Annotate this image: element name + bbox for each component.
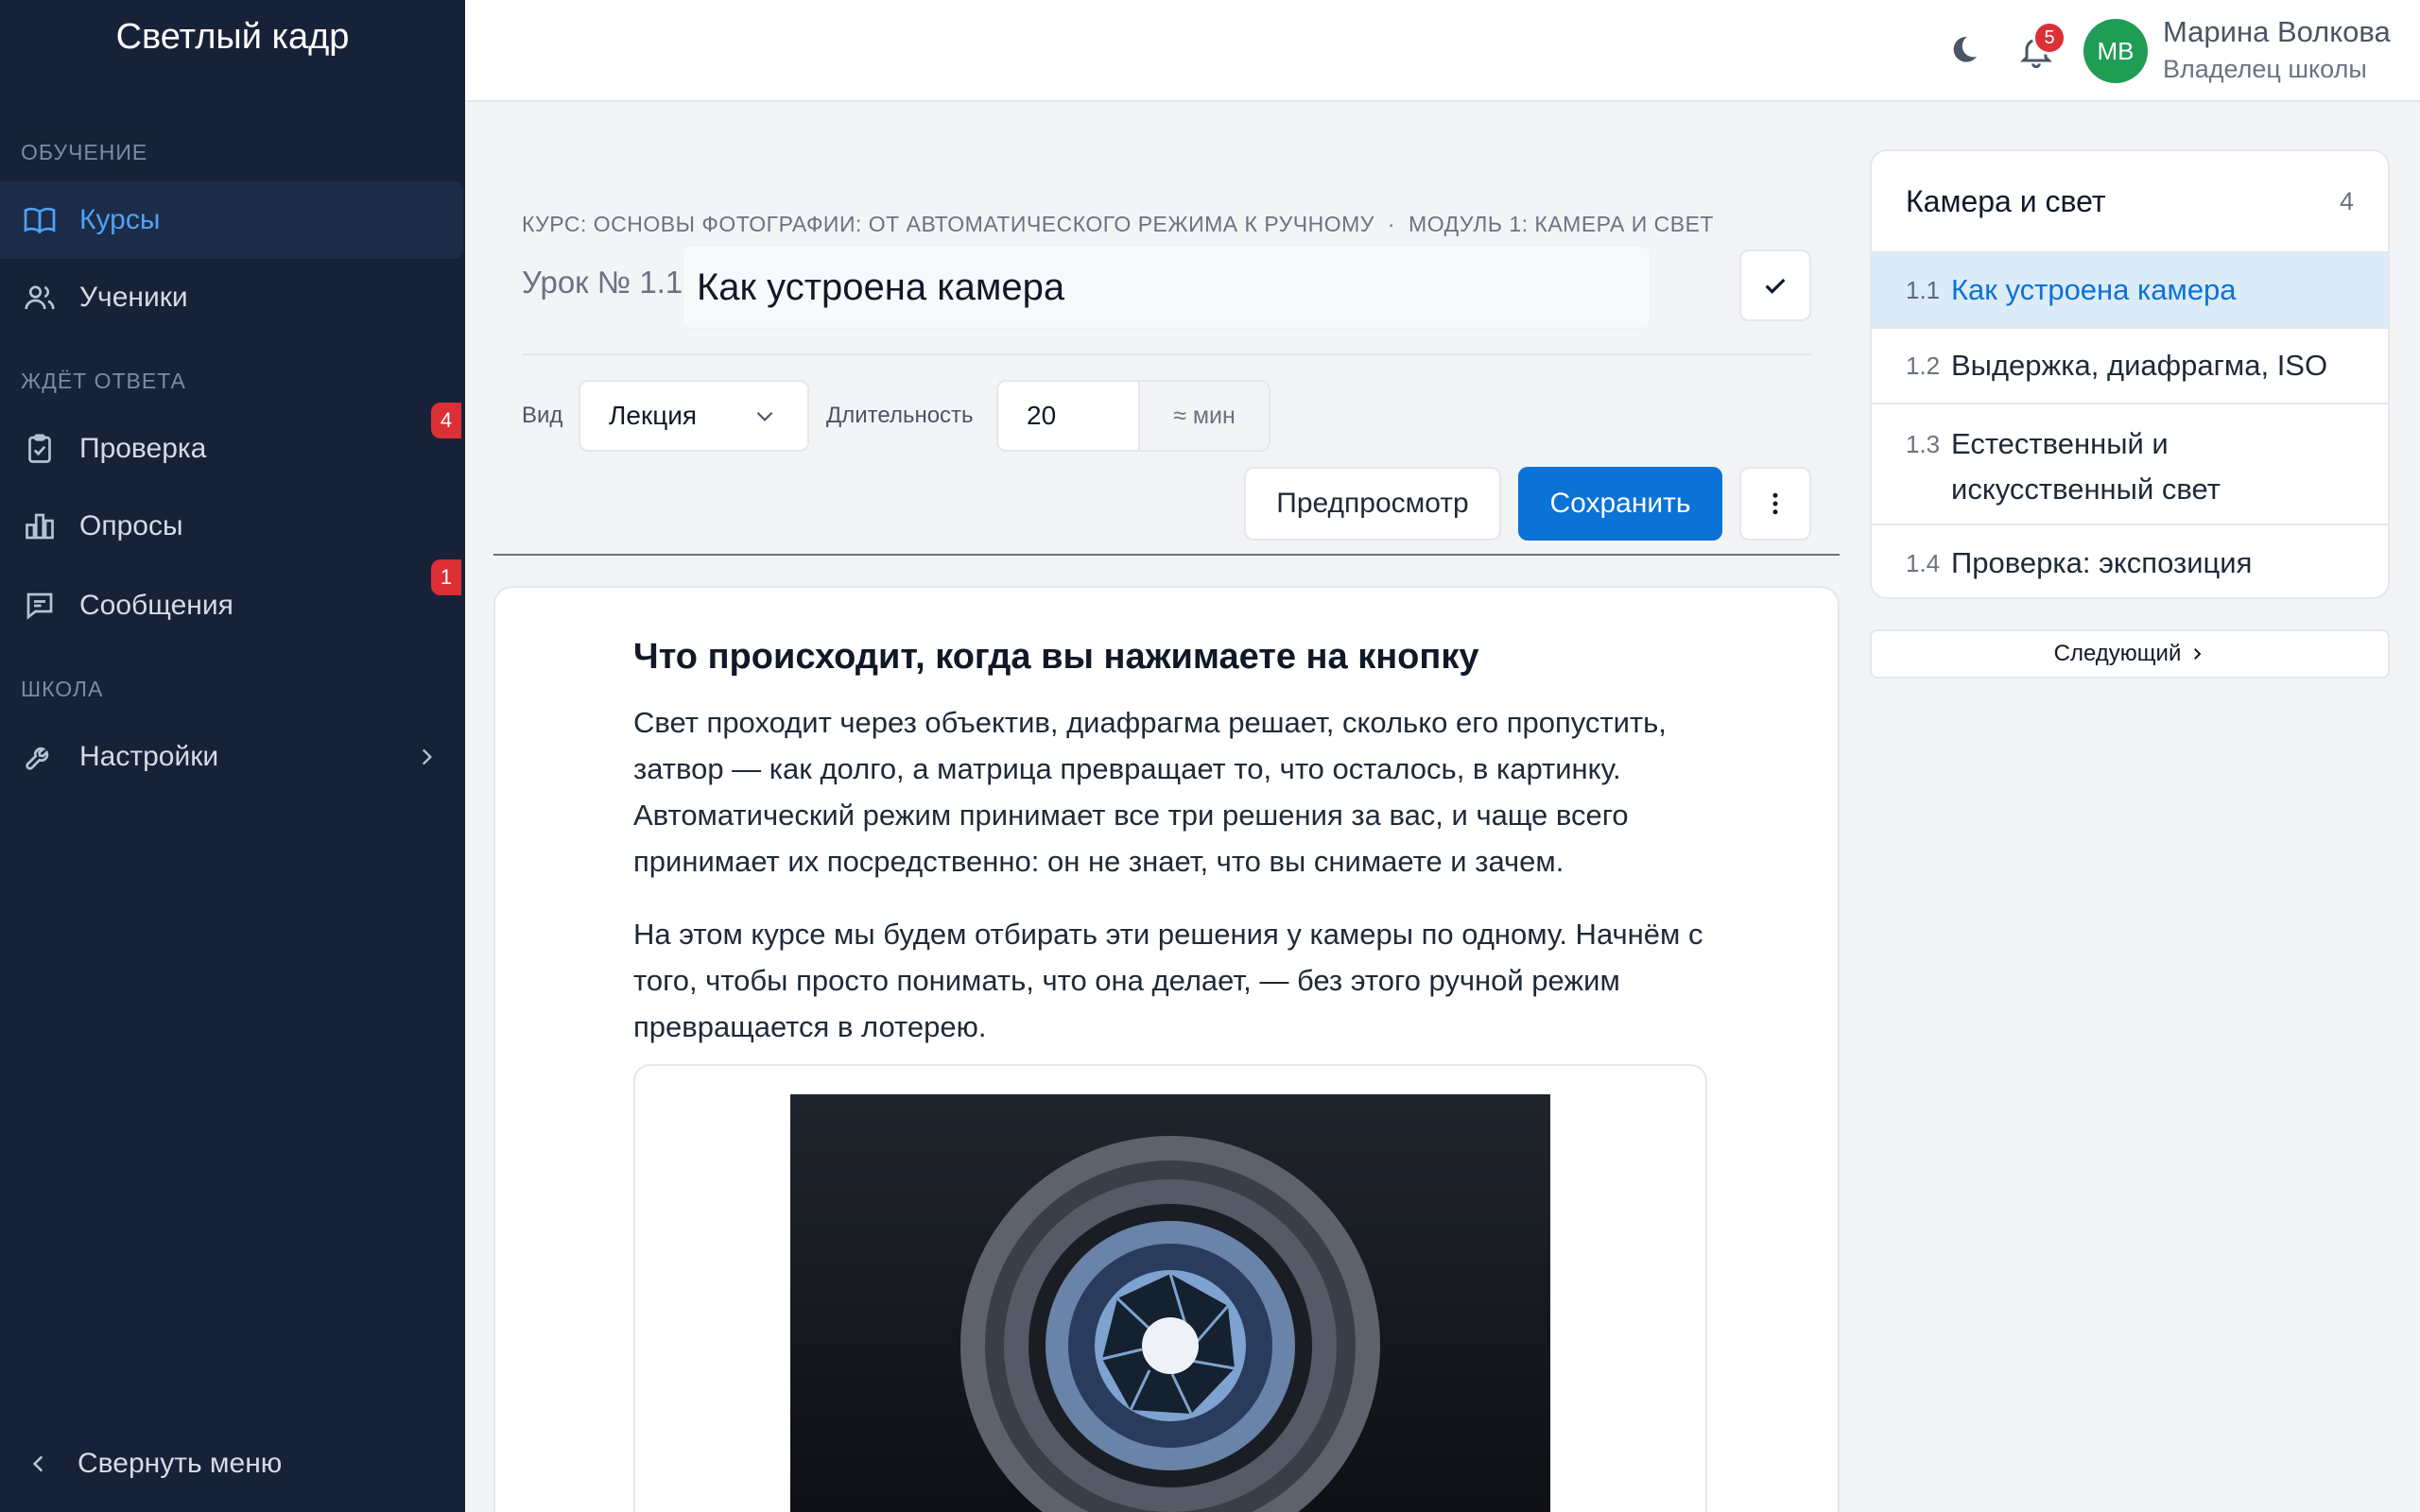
module-lesson-item[interactable]: 1.3 Естественный и искусственный свет — [1872, 404, 2388, 525]
moon-icon[interactable] — [1944, 32, 1981, 70]
chevron-right-icon — [422, 748, 433, 765]
lesson-title: Выдержка, диафрагма, ISO — [1951, 349, 2328, 382]
module-lesson-count: 4 — [2339, 186, 2354, 215]
next-lesson-label: Следующий — [2053, 641, 2182, 666]
module-lesson-item[interactable]: 1.1 Как устроена камера — [1872, 253, 2388, 329]
lesson-type-value: Лекция — [609, 401, 698, 430]
sidebar-item-students[interactable]: Ученики — [0, 259, 463, 336]
review-count-badge: 4 — [431, 403, 461, 438]
lesson-number: 1.2 — [1906, 351, 1941, 380]
module-panel: Камера и свет 4 1.1 Как устроена камера … — [1870, 149, 2390, 599]
content-paragraph[interactable]: Свет проходит через объектив, диафрагма … — [633, 699, 1730, 885]
breadcrumb-module[interactable]: Модуль 1: Камера и свет — [1409, 212, 1714, 236]
chevron-right-icon — [2194, 648, 2202, 660]
notification-badge: 5 — [2032, 21, 2066, 55]
section-learning: Обучение — [21, 140, 148, 164]
module-lesson-item[interactable]: 1.4 Проверка: экспозиция — [1872, 525, 2388, 597]
duration-label: Длительность — [826, 403, 974, 428]
duration-input[interactable]: 20 — [996, 380, 1140, 452]
topbar: 5 МВ Марина Волкова Владелец школы — [465, 0, 2420, 102]
collapse-menu-label: Свернуть меню — [78, 1448, 283, 1479]
sidebar-item-settings[interactable]: Настройки — [0, 718, 463, 796]
sidebar-item-label: Опросы — [79, 510, 183, 541]
wrench-icon — [23, 740, 57, 774]
chevron-down-icon — [756, 411, 773, 421]
sidebar-item-courses[interactable]: Курсы — [0, 181, 463, 259]
lesson-content[interactable]: Что происходит, когда вы нажимаете на кн… — [493, 586, 1840, 1512]
sidebar-item-label: Проверка — [79, 433, 207, 464]
avatar[interactable]: МВ — [2083, 19, 2148, 83]
module-lesson-item[interactable]: 1.2 Выдержка, диафрагма, ISO — [1872, 329, 2388, 404]
lesson-number: Урок № 1.1 — [522, 265, 683, 300]
content-heading[interactable]: Что происходит, когда вы нажимаете на кн… — [633, 637, 1478, 678]
save-button[interactable]: Сохранить — [1518, 467, 1722, 541]
brand-title[interactable]: Светлый кадр — [0, 17, 465, 58]
sidebar: Светлый кадр Обучение Курсы Ученики Ждёт… — [0, 0, 465, 1512]
duration-unit: ≈ мин — [1140, 380, 1270, 452]
lesson-title: Как устроена камера — [1951, 273, 2237, 306]
sidebar-item-messages[interactable]: Сообщения — [0, 567, 463, 644]
book-icon — [23, 203, 57, 237]
lesson-number: 1.3 — [1906, 430, 1941, 458]
clipboard-check-icon — [23, 432, 57, 466]
lesson-title: Естественный и искусственный свет — [1951, 427, 2221, 506]
next-lesson-button[interactable]: Следующий — [1870, 629, 2390, 679]
lesson-title-input[interactable]: Как устроена камера — [683, 246, 1651, 329]
sidebar-item-label: Курсы — [79, 204, 161, 235]
users-icon — [23, 281, 57, 315]
image-block[interactable] — [633, 1064, 1707, 1512]
breadcrumb: Курс: Основы фотографии: от автоматическ… — [522, 212, 1714, 237]
user-role: Владелец школы — [2163, 55, 2367, 83]
check-icon — [1765, 278, 1786, 294]
message-icon — [23, 589, 57, 623]
section-awaiting: Ждёт ответа — [21, 369, 186, 393]
type-label: Вид — [522, 403, 563, 428]
sidebar-item-label: Ученики — [79, 282, 188, 313]
module-title: Камера и свет — [1906, 183, 2106, 218]
collapse-menu-button[interactable]: Свернуть меню — [26, 1448, 282, 1480]
sidebar-item-surveys[interactable]: Опросы — [0, 488, 463, 565]
chevron-left-icon — [32, 1455, 43, 1472]
lesson-type-select[interactable]: Лекция — [579, 380, 809, 452]
aperture-image — [790, 1094, 1550, 1512]
sidebar-item-label: Сообщения — [79, 590, 233, 621]
more-options-button[interactable] — [1739, 467, 1811, 541]
module-header[interactable]: Камера и свет 4 — [1872, 151, 2388, 253]
lesson-editor-header: Курс: Основы фотографии: от автоматическ… — [493, 206, 1840, 556]
lesson-title: Проверка: экспозиция — [1951, 546, 2253, 579]
content-paragraph[interactable]: На этом курсе мы будем отбирать эти реше… — [633, 911, 1730, 1050]
lesson-number: 1.1 — [1906, 275, 1941, 304]
divider — [522, 353, 1811, 355]
section-school: Школа — [21, 677, 104, 701]
confirm-title-button[interactable] — [1739, 249, 1811, 321]
user-name[interactable]: Марина Волкова — [2163, 15, 2391, 49]
messages-count-badge: 1 — [431, 559, 461, 595]
breadcrumb-separator: · — [1387, 212, 1396, 236]
lesson-number: 1.4 — [1906, 548, 1941, 577]
sidebar-item-label: Настройки — [79, 741, 219, 772]
more-vertical-icon — [1772, 492, 1778, 515]
preview-button[interactable]: Предпросмотр — [1244, 467, 1501, 541]
bar-chart-icon — [23, 509, 57, 543]
sidebar-item-review[interactable]: Проверка — [0, 410, 463, 488]
breadcrumb-course[interactable]: Курс: Основы фотографии: от автоматическ… — [522, 212, 1374, 236]
